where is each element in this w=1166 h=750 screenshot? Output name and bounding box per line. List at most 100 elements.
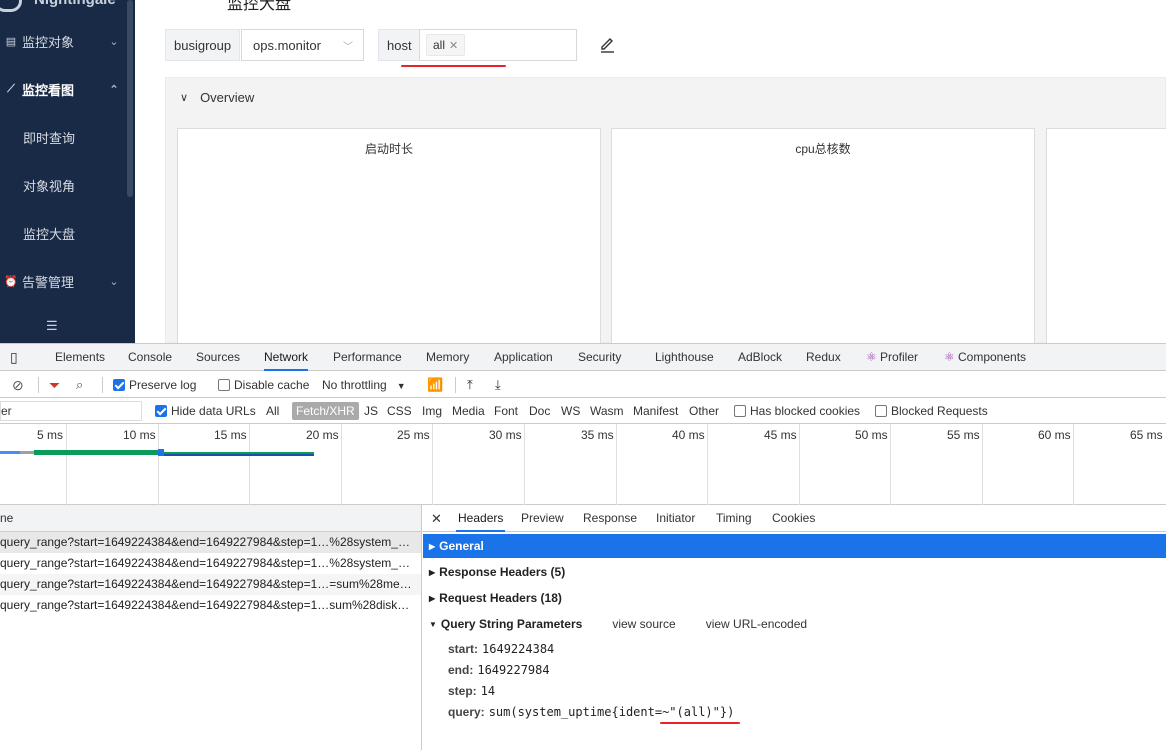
filter-type-js[interactable]: JS (364, 398, 378, 424)
tab-initiator[interactable]: Initiator (656, 505, 695, 532)
timeline-tick-label: 65 ms (1130, 428, 1163, 442)
tab-memory[interactable]: Memory (426, 344, 469, 371)
list-icon: ▤ (5, 35, 17, 48)
name-column-header[interactable]: ne (0, 505, 421, 532)
table-row[interactable]: query_range?start=1649224384&end=1649227… (0, 553, 421, 574)
app-window: Nightingale ▤ 监控对象 ⌄ ⟋ 监控看图 ⌃ 即时查询 对象视角 … (0, 0, 1166, 343)
device-toolbar-icon[interactable]: ▯ (10, 344, 18, 371)
filter-type-manifest[interactable]: Manifest (633, 398, 678, 424)
throttling-select[interactable]: No throttling ▼ (322, 372, 406, 398)
tab-preview[interactable]: Preview (521, 505, 564, 532)
filter-type-wasm[interactable]: Wasm (590, 398, 624, 424)
tab-components[interactable]: Components (958, 344, 1026, 371)
sidebar-item-label: 监控对象 (22, 34, 75, 50)
blocked-requests-checkbox[interactable]: Blocked Requests (875, 398, 988, 424)
section-request-headers[interactable]: ▶ Request Headers (18) (423, 586, 1166, 610)
sidebar-scrollbar[interactable] (127, 0, 133, 197)
panel-title: cpu总核数 (795, 142, 851, 156)
busigroup-value: ops.monitor (253, 37, 321, 53)
request-detail: ✕ Headers Preview Response Initiator Tim… (423, 505, 1166, 750)
filter-type-ws[interactable]: WS (561, 398, 580, 424)
download-icon[interactable]: ⤓ (495, 372, 501, 398)
filter-type-other[interactable]: Other (689, 398, 719, 424)
timeline-tick-label: 15 ms (214, 428, 247, 442)
tab-headers[interactable]: Headers (456, 505, 506, 532)
sidebar-item-monitor-targets[interactable]: ▤ 监控对象 ⌄ (0, 21, 127, 61)
tab-response[interactable]: Response (583, 505, 637, 532)
alarm-icon: ⏰ (4, 275, 18, 288)
tab-cookies[interactable]: Cookies (772, 505, 815, 532)
table-row[interactable]: query_range?start=1649224384&end=1649227… (0, 574, 421, 595)
tab-sources[interactable]: Sources (196, 344, 240, 371)
tab-elements[interactable]: Elements (55, 344, 105, 371)
chevron-down-icon: ⌄ (109, 275, 119, 288)
tab-application[interactable]: Application (494, 344, 553, 371)
upload-icon[interactable]: ⤒ (467, 372, 473, 398)
panel-title: 启动时长 (364, 142, 413, 156)
filter-type-doc[interactable]: Doc (529, 398, 550, 424)
divider (455, 377, 456, 393)
react-icon: ⚛ (866, 350, 877, 364)
section-query-string[interactable]: ▼ Query String Parameters view source view … (423, 612, 1166, 636)
triangle-right-icon: ▶ (429, 568, 436, 577)
block-icon[interactable]: ⊘ (12, 372, 24, 398)
timeline-gridline (1073, 424, 1074, 505)
section-response-headers[interactable]: ▶ Response Headers (5) (423, 560, 1166, 584)
sidebar-item-object-view[interactable]: 对象视角 (0, 165, 127, 205)
sidebar-item-monitor-dashboard[interactable]: 监控大盘 (0, 213, 127, 253)
tab-performance[interactable]: Performance (333, 344, 402, 371)
host-select[interactable]: all ✕ (419, 29, 577, 61)
sidebar-item-dashboards[interactable]: ⟋ 监控看图 ⌃ (0, 69, 127, 109)
filter-input[interactable]: er (0, 401, 142, 421)
table-row[interactable]: query_range?start=1649224384&end=1649227… (0, 595, 421, 616)
tab-network[interactable]: Network (264, 344, 309, 371)
table-row[interactable]: query_range?start=1649224384&end=1649227… (0, 532, 421, 553)
filter-type-all[interactable]: All (266, 398, 279, 424)
sidebar-item-alert-management[interactable]: ⏰ 告警管理 ⌄ (0, 261, 127, 301)
network-timeline: 5 ms 10 ms 15 ms 20 ms 25 ms 30 ms 35 ms… (0, 424, 1166, 505)
section-general[interactable]: ▶ General (423, 534, 1166, 558)
tab-console[interactable]: Console (128, 344, 172, 371)
has-blocked-cookies-checkbox[interactable]: Has blocked cookies (734, 398, 860, 424)
tab-profiler[interactable]: Profiler (880, 344, 918, 371)
host-tag[interactable]: all ✕ (426, 34, 466, 56)
triangle-right-icon: ▶ (429, 594, 436, 603)
timeline-tick-label: 20 ms (306, 428, 339, 442)
filter-type-img[interactable]: Img (422, 398, 442, 424)
hide-data-urls-checkbox[interactable]: Hide data URLs (155, 398, 256, 424)
tab-security[interactable]: Security (578, 344, 621, 371)
view-source-link[interactable]: view source (612, 617, 675, 631)
sidebar-item-label: 对象视角 (23, 178, 76, 194)
menu-fold-icon[interactable]: ☰ (46, 318, 58, 334)
host-label: host (378, 29, 421, 61)
filter-type-font[interactable]: Font (494, 398, 518, 424)
react-icon: ⚛ (944, 350, 955, 364)
logo-icon (0, 0, 22, 12)
overview-header[interactable]: ∨ Overview (180, 90, 254, 105)
tab-timing[interactable]: Timing (716, 505, 752, 532)
devtools-tab-bar: ▯ Elements Console Sources Network Perfo… (0, 344, 1166, 371)
filter-type-fetch-xhr[interactable]: Fetch/XHR (292, 398, 359, 424)
tab-adblock[interactable]: AdBlock (738, 344, 782, 371)
busigroup-select[interactable]: ops.monitor ﹀ (241, 29, 364, 61)
wifi-settings-icon[interactable]: 📶 (427, 372, 443, 398)
disable-cache-checkbox[interactable]: Disable cache (218, 372, 309, 398)
timeline-gridline (890, 424, 891, 505)
edit-icon[interactable] (598, 36, 616, 54)
request-bar (34, 450, 162, 455)
filter-icon[interactable]: ⏷ (49, 372, 60, 398)
timeline-gridline (66, 424, 67, 505)
tab-lighthouse[interactable]: Lighthouse (655, 344, 714, 371)
filter-type-css[interactable]: CSS (387, 398, 412, 424)
sidebar-item-instant-query[interactable]: 即时查询 (0, 117, 127, 157)
timeline-gridline (524, 424, 525, 505)
close-icon[interactable]: ✕ (449, 39, 458, 52)
preserve-log-checkbox[interactable]: Preserve log (113, 372, 196, 398)
chevron-down-icon: ﹀ (343, 41, 353, 53)
close-icon[interactable]: ✕ (431, 505, 442, 532)
timeline-tick-label: 5 ms (37, 428, 64, 442)
tab-redux[interactable]: Redux (806, 344, 841, 371)
view-url-encoded-link[interactable]: view URL-encoded (706, 617, 807, 631)
filter-type-media[interactable]: Media (452, 398, 485, 424)
search-icon[interactable]: ⌕ (76, 372, 83, 398)
